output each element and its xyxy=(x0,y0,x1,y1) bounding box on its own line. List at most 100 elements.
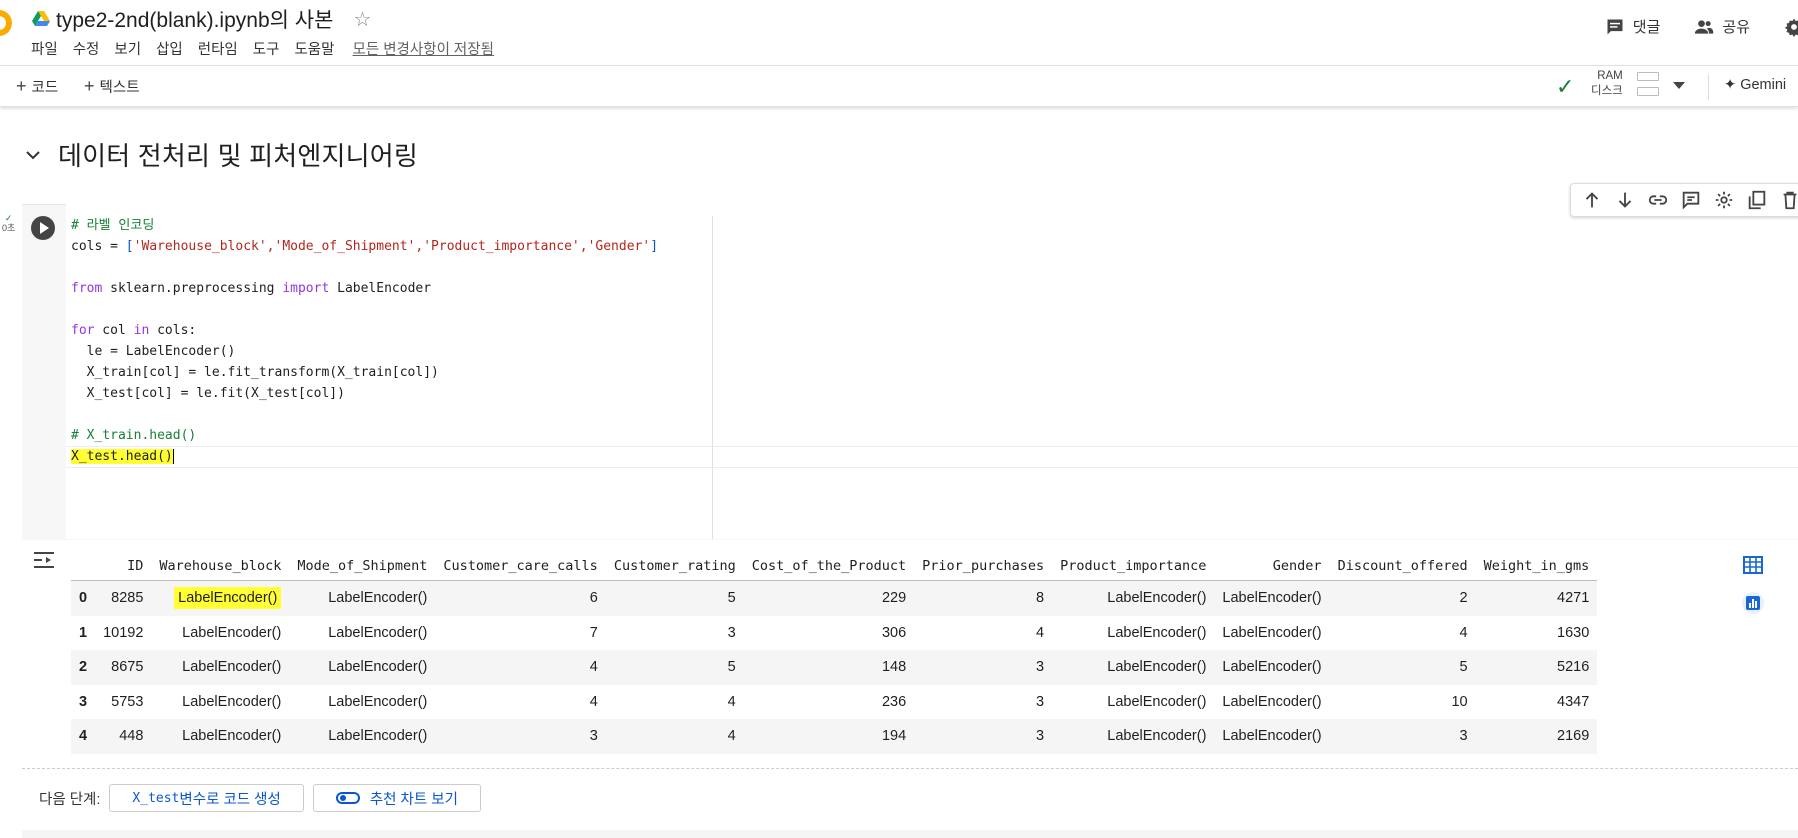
code-token: LabelEncoder xyxy=(329,281,432,296)
table-cell: 2 xyxy=(1329,580,1476,616)
gear-icon[interactable] xyxy=(1713,189,1735,211)
text-cursor xyxy=(172,449,174,464)
check-icon: ✓ xyxy=(4,213,13,223)
table-cell: 4 xyxy=(1036,624,1045,641)
menu-view[interactable]: 보기 xyxy=(114,38,141,59)
table-row: 0 8285 LabelEncoder() LabelEncoder() 6 5… xyxy=(71,580,1598,616)
execution-time: 0초 xyxy=(2,223,16,233)
suggest-chart-icon[interactable] xyxy=(1742,592,1764,614)
star-icon[interactable]: ☆ xyxy=(353,7,371,32)
table-cell: LabelEncoder() xyxy=(182,693,282,710)
plus-icon: + xyxy=(84,76,95,96)
code-keyword: in xyxy=(133,323,150,338)
comment-icon[interactable] xyxy=(1680,189,1702,211)
add-text-button[interactable]: + 텍스트 xyxy=(84,76,140,97)
convert-to-interactive-table-icon[interactable] xyxy=(1742,554,1764,576)
column-header: Weight_in_gms xyxy=(1475,552,1598,581)
connected-check-icon[interactable]: ✓ xyxy=(1556,74,1574,100)
disk-label: 디스크 xyxy=(1591,85,1623,97)
table-cell: LabelEncoder() xyxy=(328,693,428,710)
sparkle-icon: ✦ xyxy=(1724,77,1737,93)
code-token: cols = xyxy=(71,239,126,254)
table-cell: 10 xyxy=(1451,693,1468,710)
table-cell: LabelEncoder() xyxy=(1052,580,1215,616)
row-index: 3 xyxy=(79,693,88,710)
column-header: Mode_of_Shipment xyxy=(289,552,436,581)
highlighted-cell: LabelEncoder() xyxy=(174,587,282,610)
table-cell: LabelEncoder() xyxy=(289,650,436,685)
run-cell-button[interactable] xyxy=(31,216,55,240)
recommended-charts-label: 추천 차트 보기 xyxy=(369,791,458,808)
table-cell: LabelEncoder() xyxy=(328,624,428,641)
table-cell: LabelEncoder() xyxy=(1214,719,1330,754)
code-keyword: import xyxy=(282,281,330,296)
table-cell: LabelEncoder() xyxy=(151,719,290,754)
comment-button[interactable]: 댓글 xyxy=(1605,16,1660,37)
table-cell: LabelEncoder() xyxy=(1052,719,1215,754)
delete-icon[interactable] xyxy=(1779,189,1798,211)
gemini-button[interactable]: ✦ Gemini xyxy=(1724,77,1786,93)
next-cell-edge xyxy=(22,830,1798,838)
mirror-cell-icon[interactable] xyxy=(1746,189,1768,211)
table-row: 4 448 LabelEncoder() LabelEncoder() 3 4 … xyxy=(71,719,1598,754)
table-cell: LabelEncoder() xyxy=(151,650,290,685)
code-token: col xyxy=(94,323,134,338)
menu-help[interactable]: 도움말 xyxy=(294,38,334,59)
plus-icon: + xyxy=(16,76,27,96)
colab-logo[interactable] xyxy=(0,10,12,36)
resource-labels[interactable]: RAM 디스크 xyxy=(1591,69,1623,99)
recommended-charts-button[interactable]: 추천 차트 보기 xyxy=(312,784,481,812)
table-cell: LabelEncoder() xyxy=(289,719,436,754)
table-cell: LabelEncoder() xyxy=(1107,624,1207,641)
chevron-down-icon[interactable] xyxy=(1673,82,1685,89)
table-cell: 4271 xyxy=(1475,580,1598,616)
generate-code-label: 변수로 코드 생성 xyxy=(179,791,281,808)
table-cell: LabelEncoder() xyxy=(1222,624,1322,641)
title-row: type2-2nd(blank).ipynb의 사본 ☆ xyxy=(32,4,371,34)
code-keyword: for xyxy=(71,323,95,338)
code-line-12: X_test.head() xyxy=(71,446,658,467)
section-title: 데이터 전처리 및 피처엔지니어링 xyxy=(58,141,418,171)
menu-file[interactable]: 파일 xyxy=(31,38,58,59)
menu-tools[interactable]: 도구 xyxy=(253,38,280,59)
link-icon[interactable] xyxy=(1647,189,1669,211)
code-line-7: le = LabelEncoder() xyxy=(71,344,236,359)
table-cell: 3 xyxy=(727,624,736,641)
menu-runtime[interactable]: 런타임 xyxy=(198,38,238,59)
share-button[interactable]: 공유 xyxy=(1694,16,1750,37)
share-label: 공유 xyxy=(1722,19,1750,36)
table-cell: 10192 xyxy=(103,624,144,641)
output-actions-icon[interactable] xyxy=(32,549,56,571)
google-drive-icon[interactable] xyxy=(32,11,50,27)
disk-usage-bar xyxy=(1637,87,1659,96)
code-line-8: X_train[col] = le.fit_transform(X_train[… xyxy=(71,365,439,380)
move-up-icon[interactable] xyxy=(1581,189,1603,211)
code-line-4: from sklearn.preprocessing import LabelE… xyxy=(71,278,658,299)
move-down-icon[interactable] xyxy=(1614,189,1636,211)
row-index: 4 xyxy=(71,719,96,754)
menu-insert[interactable]: 삽입 xyxy=(156,38,183,59)
output-divider xyxy=(22,768,1798,769)
column-header: Discount_offered xyxy=(1329,552,1476,581)
table-cell: 448 xyxy=(95,719,152,754)
notebook-title[interactable]: type2-2nd(blank).ipynb의 사본 xyxy=(56,4,333,34)
settings-gear-icon[interactable] xyxy=(1784,17,1798,37)
row-index: 0 xyxy=(71,580,96,616)
add-code-button[interactable]: + 코드 xyxy=(16,76,58,97)
table-cell: 5 xyxy=(605,650,744,685)
table-cell: 7 xyxy=(589,624,598,641)
table-cell: LabelEncoder() xyxy=(1052,650,1215,685)
gemini-label: Gemini xyxy=(1740,77,1787,93)
add-text-label: 텍스트 xyxy=(99,80,140,96)
save-status-link[interactable]: 모든 변경사항이 저장됨 xyxy=(353,38,494,59)
collapse-chevron-icon[interactable] xyxy=(24,146,42,164)
table-cell: LabelEncoder() xyxy=(182,624,282,641)
menu-edit[interactable]: 수정 xyxy=(73,38,100,59)
table-cell: 3 xyxy=(1329,719,1476,754)
add-code-label: 코드 xyxy=(31,80,59,96)
code-line-9: X_test[col] = le.fit(X_test[col]) xyxy=(71,386,345,401)
generate-code-button[interactable]: X_test 변수로 코드 생성 xyxy=(109,784,304,812)
table-cell: 4 xyxy=(589,693,598,710)
code-text[interactable]: # 라벨 인코딩 cols = ['Warehouse_block','Mode_… xyxy=(71,215,658,467)
